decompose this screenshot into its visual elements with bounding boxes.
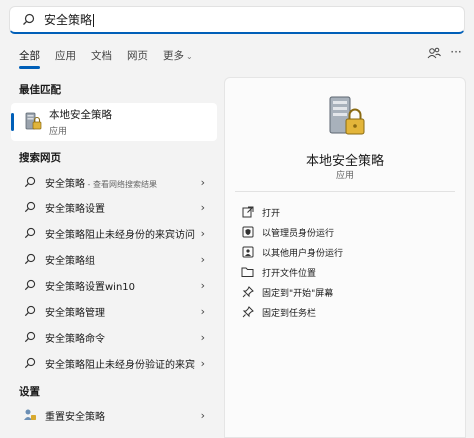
tab-apps[interactable]: 应用 <box>55 48 76 63</box>
settings-item[interactable]: 重置安全策略 › <box>11 403 217 427</box>
action-pin-to-start[interactable]: 固定到"开始"屏幕 <box>241 283 333 301</box>
web-result-label: 安全策略管理 <box>45 307 105 319</box>
action-run-as-other-user[interactable]: 以其他用户身份运行 <box>241 243 343 261</box>
folder-icon <box>241 266 254 279</box>
admin-shield-icon <box>241 226 254 239</box>
web-result-hint: - 查看网络搜索结果 <box>85 179 157 189</box>
panel-title: 本地安全策略 <box>305 154 384 169</box>
search-icon <box>23 252 37 266</box>
detail-panel: 本地安全策略 应用 打开 以管理员身份运行 以其他用户身份运行 打开文件位置 固… <box>224 77 466 438</box>
action-run-as-admin[interactable]: 以管理员身份运行 <box>241 223 334 241</box>
best-match-type: 应用 <box>49 127 68 137</box>
chevron-right-icon: › <box>200 226 205 240</box>
selection-indicator <box>11 113 14 131</box>
best-match-item[interactable]: 本地安全策略 应用 <box>11 103 217 141</box>
search-input[interactable]: 安全策略 <box>44 11 95 28</box>
search-icon <box>23 200 37 214</box>
chevron-down-icon: ⌄ <box>186 51 193 61</box>
pin-icon <box>241 286 254 299</box>
action-pin-to-taskbar[interactable]: 固定到任务栏 <box>241 303 316 321</box>
web-result-item[interactable]: 安全策略设置 › <box>11 195 217 219</box>
more-options-icon[interactable]: ··· <box>448 46 464 62</box>
chevron-right-icon: › <box>200 278 205 292</box>
chevron-right-icon: › <box>200 200 205 214</box>
web-result-label: 安全策略 <box>45 178 85 190</box>
web-result-item[interactable]: 安全策略阻止未经身份的来宾访问 › <box>11 221 217 245</box>
tab-all[interactable]: 全部 <box>19 48 40 69</box>
divider <box>235 191 455 192</box>
web-result-label: 安全策略设置 <box>45 203 105 215</box>
search-icon <box>23 226 37 240</box>
web-result-item[interactable]: 安全策略 - 查看网络搜索结果 › <box>11 170 217 194</box>
pin-icon <box>241 306 254 319</box>
tab-web[interactable]: 网页 <box>127 48 148 63</box>
panel-subtitle: 应用 <box>335 171 354 181</box>
settings-item-label: 重置安全策略 <box>45 411 105 423</box>
web-result-item[interactable]: 安全策略设置win10 › <box>11 273 217 297</box>
best-match-heading: 最佳匹配 <box>19 84 61 96</box>
filter-tabs: 全部 应用 文档 网页 更多 ⌄ <box>19 46 208 69</box>
search-icon <box>23 175 37 189</box>
web-result-label: 安全策略设置win10 <box>45 281 136 293</box>
search-icon <box>20 12 36 28</box>
web-search-heading: 搜索网页 <box>19 152 61 164</box>
action-open-file-location[interactable]: 打开文件位置 <box>241 263 316 281</box>
action-open[interactable]: 打开 <box>241 203 280 221</box>
search-box[interactable]: 安全策略 <box>9 6 465 34</box>
tab-more[interactable]: 更多 ⌄ <box>163 48 193 63</box>
web-result-item[interactable]: 安全策略命令 › <box>11 325 217 349</box>
account-switch-icon[interactable] <box>426 46 442 62</box>
local-security-policy-icon <box>324 95 368 139</box>
search-icon <box>23 278 37 292</box>
tab-documents[interactable]: 文档 <box>91 48 112 63</box>
search-icon <box>23 356 37 370</box>
local-security-policy-icon <box>23 112 43 132</box>
web-result-item[interactable]: 安全策略阻止未经身份验证的来宾 › <box>11 351 217 375</box>
web-result-label: 安全策略阻止未经身份的来宾访问 <box>45 229 195 241</box>
web-result-label: 安全策略组 <box>45 255 95 267</box>
chevron-right-icon: › <box>200 175 205 189</box>
web-result-item[interactable]: 安全策略管理 › <box>11 299 217 323</box>
web-result-item[interactable]: 安全策略组 › <box>11 247 217 271</box>
chevron-right-icon: › <box>200 330 205 344</box>
chevron-right-icon: › <box>200 408 205 422</box>
chevron-right-icon: › <box>200 252 205 266</box>
search-icon <box>23 304 37 318</box>
open-icon <box>241 206 254 219</box>
other-user-icon <box>241 246 254 259</box>
search-icon <box>23 330 37 344</box>
best-match-name: 本地安全策略 <box>49 109 112 121</box>
chevron-right-icon: › <box>200 304 205 318</box>
settings-heading: 设置 <box>19 386 40 398</box>
security-settings-icon <box>23 408 37 422</box>
web-result-label: 安全策略阻止未经身份验证的来宾 <box>45 359 195 371</box>
chevron-right-icon: › <box>200 356 205 370</box>
web-result-label: 安全策略命令 <box>45 333 105 345</box>
